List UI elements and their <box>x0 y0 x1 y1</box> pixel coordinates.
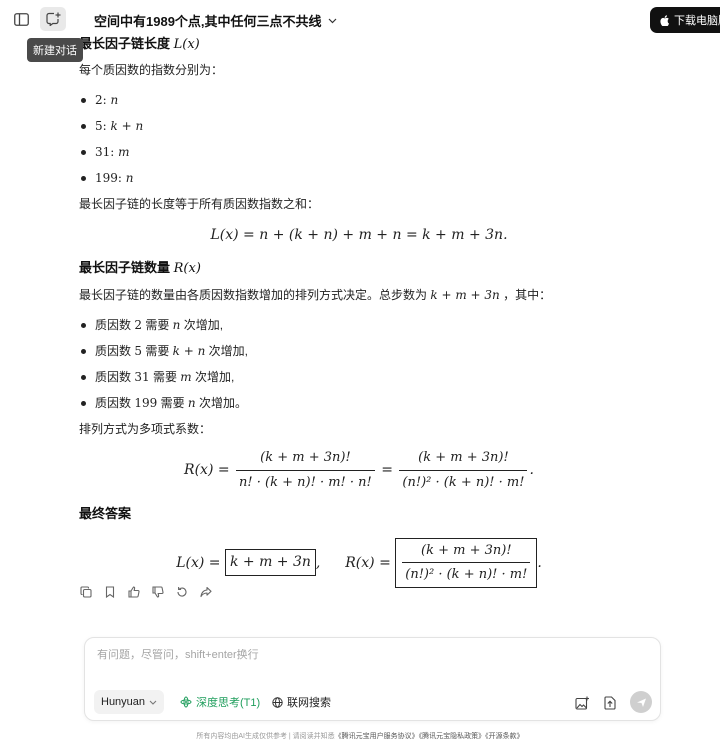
count-intro: 最长因子链的数量由各质因数指数增加的排列方式决定。总步数为 k + m + 3n… <box>79 288 552 302</box>
list-item: 199: n <box>79 165 639 191</box>
regenerate-icon <box>177 587 187 597</box>
copy-button[interactable] <box>79 585 93 599</box>
chat-composer: Hunyuan 深度思考(T1) 联网搜索 <box>84 637 661 721</box>
download-label: 下载电脑版 <box>674 15 720 27</box>
length-intro: 最长因子链的长度等于所有质因数指数之和： <box>79 196 320 211</box>
dislike-button[interactable] <box>151 585 165 599</box>
section-heading-length-text: 最长因子链长度 <box>79 36 171 51</box>
globe-icon <box>272 696 283 708</box>
section-heading-count-text: 最长因子链数量 <box>79 259 171 275</box>
bookmark-icon <box>105 586 115 598</box>
new-chat-icon <box>45 12 60 26</box>
chevron-down-icon <box>328 18 336 23</box>
fraction: (k + m + 3n)! (n!)² · (k + n)! · m! <box>399 448 528 492</box>
chevron-down-icon <box>149 700 157 705</box>
footer-disclaimer: 所有内容均由AI生成仅供参考 | 请阅读并知悉《腾讯元宝用户服务协议》《腾讯元宝… <box>196 733 524 740</box>
regenerate-button[interactable] <box>175 585 189 599</box>
fraction: (k + m + 3n)! n! · (k + n)! · m! · n! <box>236 448 375 492</box>
send-button[interactable] <box>630 691 652 713</box>
deep-think-toggle[interactable]: 深度思考(T1) <box>173 690 267 714</box>
list-item: 2: n <box>79 87 639 113</box>
thumbs-up-icon <box>128 586 140 598</box>
section-heading-count: 最长因子链数量 R(x) <box>79 258 639 279</box>
message-actions <box>79 585 213 599</box>
final-answer-formula: L(x) = k + m + 3n, R(x) = (k + m + 3n)!(… <box>79 537 639 588</box>
privacy-policy-link[interactable]: 《腾讯元宝隐私政策》 <box>419 733 486 740</box>
model-selector[interactable]: Hunyuan <box>94 690 165 714</box>
new-chat-tooltip: 新建对话 <box>27 38 83 62</box>
web-search-toggle[interactable]: 联网搜索 <box>265 690 338 714</box>
section-heading-length: 最长因子链长度 L(x) <box>79 34 639 55</box>
like-button[interactable] <box>127 585 141 599</box>
user-agreement-link[interactable]: 《腾讯元宝用户服务协议》 <box>335 733 419 740</box>
section-heading-length-math: L(x) <box>173 37 200 52</box>
atom-icon <box>180 696 192 708</box>
new-chat-button[interactable] <box>40 7 66 31</box>
image-upload-icon <box>575 696 589 710</box>
exponents-list: 2: n 5: k + n 31: m 199: n <box>79 87 639 191</box>
file-upload-icon <box>604 696 616 710</box>
sidebar-toggle-icon <box>13 12 29 26</box>
open-source-terms-link[interactable]: 《开源条款》 <box>485 733 524 740</box>
bookmark-button[interactable] <box>103 585 117 599</box>
final-answer-heading: 最终答案 <box>79 506 132 521</box>
length-formula: L(x) = n + (k + n) + m + n = k + m + 3n. <box>210 226 508 243</box>
list-item: 31: m <box>79 139 639 165</box>
list-item: 质因数 5 需要 k + n 次增加, <box>79 338 639 364</box>
copy-icon <box>80 586 92 598</box>
top-bar: 空间中有1989个点,其中任何三点不共线 下载电脑版 <box>0 0 720 38</box>
apple-icon <box>660 14 669 26</box>
r-formula: R(x) = (k + m + 3n)! n! · (k + n)! · m! ·… <box>79 448 639 492</box>
conversation-title[interactable]: 空间中有1989个点,其中任何三点不共线 <box>94 11 337 30</box>
exponents-intro: 每个质因数的指数分别为： <box>79 62 224 77</box>
fraction: (k + m + 3n)! (n!)² · (k + n)! · m! <box>402 541 531 585</box>
section-heading-count-math: R(x) <box>173 260 201 276</box>
steps-list: 质因数 2 需要 n 次增加, 质因数 5 需要 k + n 次增加, 质因数 … <box>79 312 639 416</box>
download-desktop-button[interactable]: 下载电脑版 <box>650 7 720 33</box>
share-icon <box>200 586 212 598</box>
list-item: 质因数 31 需要 m 次增加, <box>79 364 639 390</box>
thumbs-down-icon <box>152 586 164 598</box>
multinomial-intro: 排列方式为多项式系数： <box>79 422 212 436</box>
list-item: 质因数 2 需要 n 次增加, <box>79 312 639 338</box>
assistant-message: 最长因子链长度 L(x) 每个质因数的指数分别为： 2: n 5: k + n … <box>79 34 639 588</box>
boxed-answer-length: k + m + 3n <box>224 549 316 576</box>
deep-think-label: 深度思考(T1) <box>196 697 261 709</box>
list-item: 5: k + n <box>79 113 639 139</box>
image-upload-button[interactable] <box>572 693 592 713</box>
share-button[interactable] <box>199 585 213 599</box>
list-item: 质因数 199 需要 n 次增加。 <box>79 390 639 416</box>
conversation-title-text: 空间中有1989个点,其中任何三点不共线 <box>94 14 322 29</box>
sidebar-toggle-button[interactable] <box>8 7 34 31</box>
model-label: Hunyuan <box>101 696 146 708</box>
send-icon <box>636 698 646 707</box>
chat-input[interactable] <box>97 649 637 661</box>
web-search-label: 联网搜索 <box>287 697 331 709</box>
file-upload-button[interactable] <box>600 693 620 713</box>
boxed-answer-count: (k + m + 3n)! (n!)² · (k + n)! · m! <box>395 537 538 588</box>
